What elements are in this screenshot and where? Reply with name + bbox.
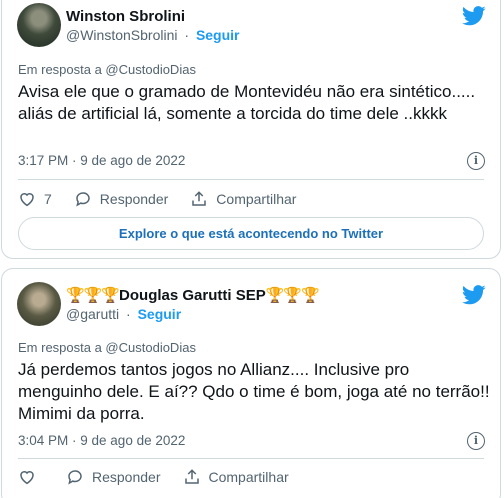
share-icon [184,469,199,484]
like-button[interactable]: 7 [18,190,52,208]
share-button[interactable]: Compartilhar [190,190,296,208]
reply-context: Em resposta a @CustodioDias [18,340,196,355]
reply-icon [76,192,90,207]
reply-label: Responder [99,191,169,207]
info-icon[interactable]: i [467,152,485,170]
trophy-icon: 🏆🏆🏆 [265,287,320,304]
avatar[interactable] [17,282,61,326]
author-handle-line: @WinstonSbrolini · Seguir [66,27,240,43]
avatar[interactable] [17,3,61,47]
follow-button[interactable]: Seguir [138,306,182,322]
reply-context: Em resposta a @CustodioDias [18,62,196,77]
explore-twitter-button[interactable]: Explore o que está acontecendo no Twitte… [18,217,484,250]
action-bar: 7 Responder Compartilhar [18,190,318,208]
follow-button[interactable]: Seguir [196,27,240,43]
twitter-bird-icon[interactable] [462,285,486,305]
timestamp[interactable]: 3:04 PM · 9 de ago de 2022 [18,433,185,448]
trophy-icon: 🏆🏆🏆 [66,287,120,304]
author-handle[interactable]: @garutti [66,306,119,322]
info-icon[interactable]: i [467,432,485,450]
author-name-line[interactable]: 🏆🏆🏆Douglas Garutti SEP🏆🏆🏆 [66,286,320,304]
tweet-card: Winston Sbrolini @WinstonSbrolini · Segu… [1,0,501,259]
twitter-bird-icon[interactable] [462,6,486,26]
author-name[interactable]: Winston Sbrolini [66,8,185,25]
share-label: Compartilhar [208,469,289,485]
author-name: Douglas Garutti SEP [119,287,266,304]
reply-button[interactable]: Responder [66,468,161,486]
reply-label: Responder [92,469,161,485]
reply-button[interactable]: Responder [74,190,169,208]
tweet-card: 🏆🏆🏆Douglas Garutti SEP🏆🏆🏆 @garutti · Seg… [1,268,501,498]
timestamp[interactable]: 3:17 PM · 9 de ago de 2022 [18,153,185,168]
like-button[interactable] [18,468,44,486]
share-icon [192,191,207,206]
share-button[interactable]: Compartilhar [183,468,289,486]
divider [18,458,484,459]
tweet-text: Já perdemos tantos jogos no Allianz.... … [18,360,490,423]
heart-icon [20,193,34,207]
share-label: Compartilhar [216,191,297,207]
divider [18,179,484,180]
like-count: 7 [44,191,52,207]
action-bar: Responder Compartilhar [18,468,311,486]
separator: · [126,306,131,322]
author-handle[interactable]: @WinstonSbrolini [66,27,177,43]
reply-icon [68,470,82,485]
heart-icon [20,471,34,485]
tweet-text: Avisa ele que o gramado de Montevidéu nã… [18,82,476,123]
author-handle-line: @garutti · Seguir [66,306,181,322]
separator: · [184,27,190,43]
